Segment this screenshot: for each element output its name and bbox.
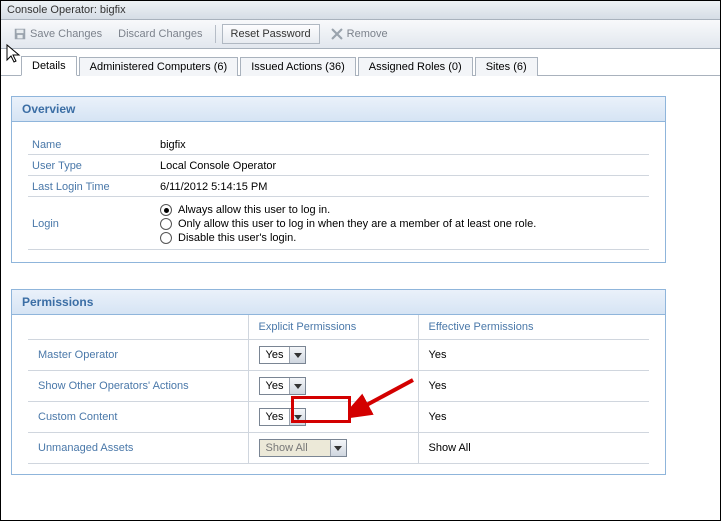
login-option-disable[interactable]: Disable this user's login. [160,232,645,244]
select-value: Yes [260,379,290,393]
value-name: bigfix [156,134,649,155]
tab-issued-actions[interactable]: Issued Actions (36) [240,57,356,76]
tab-details-label: Details [32,60,66,72]
reset-label: Reset Password [231,28,311,40]
effective-permission-value: Show All [418,433,649,464]
tab-administered-computers[interactable]: Administered Computers (6) [79,57,239,76]
radio-icon [160,232,172,244]
perm-label: Custom Content [28,402,248,433]
discard-label: Discard Changes [118,28,202,40]
header-effective: Effective Permissions [418,315,649,340]
window-title: Console Operator: bigfix [7,4,126,16]
toolbar: Save Changes Discard Changes Reset Passw… [1,20,720,49]
chevron-down-icon [330,440,346,456]
save-changes-button[interactable]: Save Changes [7,24,108,44]
label-login: Login [28,197,156,250]
value-lastlogin: 6/11/2012 5:14:15 PM [156,176,649,197]
tab-issued-label: Issued Actions (36) [251,61,345,73]
radio-icon [160,204,172,216]
remove-button[interactable]: Remove [324,24,394,44]
permissions-table: Explicit Permissions Effective Permissio… [28,315,649,464]
chevron-down-icon [289,378,305,394]
login-disable-label: Disable this user's login. [178,232,296,244]
reset-password-button[interactable]: Reset Password [222,24,320,44]
table-row: Unmanaged Assets Show All Show All [28,433,649,464]
select-value: Yes [260,348,290,362]
value-usertype: Local Console Operator [156,155,649,176]
remove-label: Remove [347,28,388,40]
overview-table: Name bigfix User Type Local Console Oper… [28,134,649,250]
permissions-panel: Permissions Explicit Permissions Effecti… [11,289,666,475]
effective-permission-value: Yes [418,402,649,433]
tab-details[interactable]: Details [21,56,77,76]
perm-label: Show Other Operators' Actions [28,371,248,402]
explicit-permission-select[interactable]: Yes [259,377,307,395]
tab-adm-label: Administered Computers (6) [90,61,228,73]
overview-heading: Overview [12,97,665,122]
tab-roles-label: Assigned Roles (0) [369,61,462,73]
label-name: Name [28,134,156,155]
remove-icon [330,27,344,41]
header-explicit: Explicit Permissions [248,315,418,340]
tab-sites-label: Sites (6) [486,61,527,73]
tab-sites[interactable]: Sites (6) [475,57,538,76]
toolbar-separator [215,25,216,43]
select-value: Show All [260,441,330,455]
permissions-heading: Permissions [12,290,665,315]
radio-icon [160,218,172,230]
select-value: Yes [260,410,290,424]
login-role-label: Only allow this user to log in when they… [178,218,536,230]
save-label: Save Changes [30,28,102,40]
login-option-always[interactable]: Always allow this user to log in. [160,204,645,216]
save-icon [13,27,27,41]
annotation-highlight [291,396,351,423]
effective-permission-value: Yes [418,371,649,402]
label-usertype: User Type [28,155,156,176]
login-always-label: Always allow this user to log in. [178,204,330,216]
tab-assigned-roles[interactable]: Assigned Roles (0) [358,57,473,76]
window-titlebar: Console Operator: bigfix [1,1,720,20]
chevron-down-icon [289,347,305,363]
explicit-permission-select: Show All [259,439,347,457]
perm-label: Master Operator [28,340,248,371]
details-panel-content: Overview Name bigfix User Type Local Con… [1,76,720,515]
discard-changes-button[interactable]: Discard Changes [112,25,208,43]
explicit-permission-select[interactable]: Yes [259,346,307,364]
label-lastlogin: Last Login Time [28,176,156,197]
tab-strip: Details Administered Computers (6) Issue… [1,49,720,76]
login-option-role[interactable]: Only allow this user to log in when they… [160,218,645,230]
perm-label: Unmanaged Assets [28,433,248,464]
table-row: Master Operator Yes Yes [28,340,649,371]
overview-panel: Overview Name bigfix User Type Local Con… [11,96,666,263]
effective-permission-value: Yes [418,340,649,371]
